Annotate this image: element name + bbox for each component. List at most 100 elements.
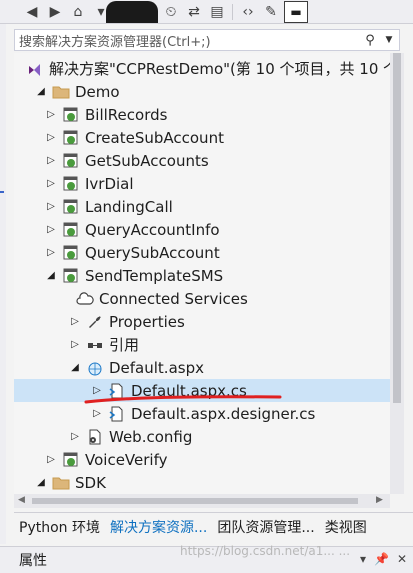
tree-item-label: GetSubAccounts (85, 151, 209, 170)
tree-item-project[interactable]: ▷ QueryAccountInfo (14, 218, 390, 241)
collapsed-arrow-icon[interactable]: ▷ (44, 109, 58, 120)
collapsed-arrow-icon[interactable]: ▷ (44, 224, 58, 235)
dropdown-icon[interactable]: ▾ (360, 552, 366, 566)
tree-item-label: SDK (75, 473, 106, 492)
collapsed-arrow-icon[interactable]: ▷ (44, 454, 58, 465)
expanded-arrow-icon[interactable]: ◢ (34, 477, 48, 488)
collapsed-arrow-icon[interactable]: ▷ (44, 155, 58, 166)
watermark-text: https://blog.csdn.net/a1... ... (180, 544, 351, 558)
home-icon[interactable]: ⌂ (68, 2, 88, 22)
tree-item-label: CreateSubAccount (85, 128, 224, 147)
tree-item-label: Default.aspx (109, 358, 204, 377)
tab-solution-explorer[interactable]: 解决方案资源... (105, 514, 212, 540)
tab-team-explorer[interactable]: 团队资源管理... (212, 514, 319, 540)
folder-icon (52, 474, 70, 492)
tree-item-label: Web.config (109, 427, 193, 446)
tree-item-label: VoiceVerify (85, 450, 168, 469)
horizontal-scrollbar[interactable]: ◀ ▶ (14, 494, 390, 508)
back-icon[interactable]: ◀ (22, 2, 42, 22)
tree-item-label: Default.aspx.designer.cs (131, 404, 316, 423)
left-edge-marker (0, 191, 4, 193)
toolbar-separator (232, 3, 233, 20)
tree-item-project[interactable]: ▷ QuerySubAccount (14, 241, 390, 264)
tree-item-project[interactable]: ▷ VoiceVerify (14, 448, 390, 471)
csharp-file-icon (108, 405, 126, 423)
tree-item-label: Properties (109, 312, 185, 331)
tree-item-label: LandingCall (85, 197, 173, 216)
tab-python-environments[interactable]: Python 环境 (14, 514, 105, 540)
solution-explorer-toolbar: ◀ ▶ ⌂ ▾ ⏲ ⇄ ▤ ‹› ✎ ▬ (0, 0, 413, 24)
tree-item-label: 引用 (109, 336, 140, 354)
scroll-right-icon[interactable]: ▶ (376, 495, 383, 505)
expanded-arrow-icon[interactable]: ◢ (34, 86, 48, 97)
scroll-left-icon[interactable]: ◀ (18, 495, 25, 505)
properties-panel-buttons: ▾ 📌 ✕ (360, 552, 407, 566)
web-project-icon (62, 106, 80, 124)
web-project-icon (62, 451, 80, 469)
collapsed-arrow-icon[interactable]: ▷ (90, 408, 104, 419)
forward-icon[interactable]: ▶ (45, 2, 65, 22)
solution-tree: 解决方案"CCPRestDemo"(第 10 个项目，共 10 个 ◢ Demo… (14, 53, 390, 494)
vertical-scrollbar[interactable] (390, 53, 404, 494)
collapse-icon[interactable]: ▬ (284, 0, 308, 23)
collapsed-arrow-icon[interactable]: ▷ (44, 132, 58, 143)
obscured-toolbar-area (106, 0, 158, 23)
collapsed-arrow-icon[interactable]: ▷ (68, 431, 82, 442)
web-project-icon (62, 244, 80, 262)
tree-item-demo[interactable]: ◢ Demo (14, 80, 390, 103)
pin-icon[interactable]: 📌 (374, 552, 389, 566)
expanded-arrow-icon[interactable]: ◢ (44, 270, 58, 281)
collapsed-arrow-icon[interactable]: ▷ (68, 339, 82, 350)
search-icon[interactable]: ⚲ (361, 33, 379, 48)
web-project-icon (62, 267, 80, 285)
tree-item-label: 解决方案"CCPRestDemo"(第 10 个项目，共 10 个 (49, 60, 390, 78)
aspx-file-icon (86, 359, 104, 377)
search-input[interactable]: 搜索解决方案资源管理器(Ctrl+;) ⚲ ▼ (14, 29, 400, 51)
collapsed-arrow-icon[interactable]: ▷ (68, 316, 82, 327)
tree-item-label: IvrDial (85, 174, 134, 193)
tree-item-connected-services[interactable]: Connected Services (14, 287, 390, 310)
folder-icon (52, 83, 70, 101)
search-options-dropdown-icon[interactable]: ▼ (379, 35, 399, 45)
tree-item-project[interactable]: ◢ SendTemplateSMS (14, 264, 390, 287)
vertical-scrollbar-thumb[interactable] (393, 53, 401, 403)
history-icon[interactable]: ⏲ (161, 2, 181, 22)
web-project-icon (62, 152, 80, 170)
tree-item-label: QuerySubAccount (85, 243, 220, 262)
references-icon (86, 336, 104, 354)
horizontal-scrollbar-thumb[interactable] (32, 498, 358, 504)
tree-item-project[interactable]: ▷ CreateSubAccount (14, 126, 390, 149)
tree-item-web-config[interactable]: ▷ Web.config (14, 425, 390, 448)
web-project-icon (62, 198, 80, 216)
properties-panel-title: 属性 (19, 553, 47, 569)
tree-item-properties[interactable]: ▷ Properties (14, 310, 390, 333)
search-placeholder: 搜索解决方案资源管理器(Ctrl+;) (19, 34, 211, 50)
expanded-arrow-icon[interactable]: ◢ (68, 362, 82, 373)
tree-item-label: BillRecords (85, 105, 168, 124)
close-icon[interactable]: ✕ (397, 552, 407, 566)
properties-icon[interactable]: ✎ (261, 2, 281, 22)
tree-item-project[interactable]: ▷ IvrDial (14, 172, 390, 195)
tree-item-solution[interactable]: 解决方案"CCPRestDemo"(第 10 个项目，共 10 个 (14, 57, 390, 80)
tree-item-project[interactable]: ▷ LandingCall (14, 195, 390, 218)
tree-item-project[interactable]: ▷ GetSubAccounts (14, 149, 390, 172)
web-project-icon (62, 129, 80, 147)
visual-studio-solution-icon (26, 60, 44, 78)
show-all-files-icon[interactable]: ▤ (207, 2, 227, 22)
tree-item-sdk[interactable]: ◢ SDK (14, 471, 390, 494)
web-project-icon (62, 175, 80, 193)
tree-item-default-aspx[interactable]: ◢ Default.aspx (14, 356, 390, 379)
cloud-icon (76, 290, 94, 308)
tree-item-label: Demo (75, 82, 120, 101)
wrench-icon (86, 313, 104, 331)
collapsed-arrow-icon[interactable]: ▷ (44, 247, 58, 258)
tab-class-view[interactable]: 类视图 (320, 514, 372, 540)
collapsed-arrow-icon[interactable]: ▷ (44, 178, 58, 189)
tree-item-label: Connected Services (99, 289, 248, 308)
red-underline-annotation (84, 395, 282, 404)
sync-icon[interactable]: ⇄ (184, 2, 204, 22)
tree-item-references[interactable]: ▷ 引用 (14, 333, 390, 356)
code-view-icon[interactable]: ‹› (238, 2, 258, 22)
collapsed-arrow-icon[interactable]: ▷ (44, 201, 58, 212)
tree-item-project[interactable]: ▷ BillRecords (14, 103, 390, 126)
